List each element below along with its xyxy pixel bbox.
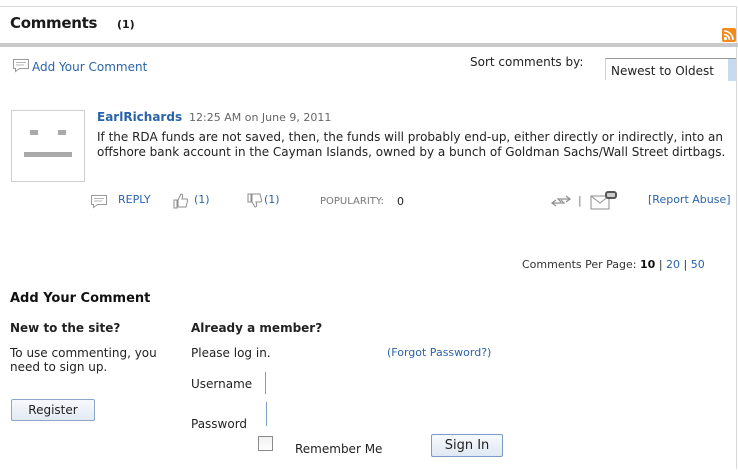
username-field[interactable] [265,372,465,394]
sort-selected-value: Newest to Oldest [611,64,714,78]
header-divider [0,43,738,47]
per-page-label: Comments Per Page: [522,258,637,271]
member-heading: Already a member? [191,321,323,335]
action-separator: | [578,194,582,207]
remember-me-checkbox[interactable] [258,436,273,451]
forgot-password-link[interactable]: (Forgot Password?) [387,346,491,359]
avatar [11,110,85,182]
add-comment-heading: Add Your Comment [10,291,151,306]
comments-count: (1) [117,18,135,31]
username-label: Username [191,377,253,391]
thumbs-up-icon[interactable] [172,192,190,213]
comments-title: Comments [10,14,98,32]
new-user-text: To use commenting, you need to sign up. [10,346,157,374]
add-comment-label: Add Your Comment [32,60,148,74]
add-comment-link[interactable]: Add Your Comment [12,58,147,76]
popularity-value: 0 [397,195,404,208]
popularity-label: POPULARITY: [320,196,385,207]
thumbs-down-icon[interactable] [246,192,264,213]
per-page-divider: | [683,258,688,271]
password-label: Password [191,417,248,431]
thumbs-down-count[interactable]: (1) [264,193,280,206]
avatar-eye-left [30,130,38,135]
per-page-option-50[interactable]: 50 [691,258,705,271]
register-button[interactable]: Register [11,399,95,421]
remember-me-label: Remember Me [295,442,383,456]
comment-timestamp: 12:25 AM on June 9, 2011 [189,111,332,124]
reply-button[interactable]: REPLY [118,193,151,206]
report-abuse-link[interactable]: [Report Abuse] [648,193,731,206]
rss-icon[interactable] [722,28,736,42]
comment-bubble-icon [12,58,30,76]
thumbs-up-count[interactable]: (1) [194,193,210,206]
comments-header [0,7,736,44]
comment-author[interactable]: EarlRichards [97,110,182,124]
login-prompt: Please log in. [191,346,271,360]
share-icon[interactable] [550,194,572,211]
sort-select[interactable]: Newest to Oldest [605,58,736,81]
sign-in-button[interactable]: Sign In [431,434,503,457]
comments-per-page: Comments Per Page: 10 | 20 | 50 [522,258,705,271]
sort-dropdown-button[interactable] [728,59,736,81]
avatar-eye-right [58,130,66,135]
email-icon[interactable] [590,190,620,215]
comment-body: If the RDA funds are not saved, then, th… [97,130,726,159]
per-page-divider: | [658,258,663,271]
password-field[interactable] [266,402,466,426]
per-page-option-20[interactable]: 20 [666,258,680,271]
reply-icon[interactable] [90,194,108,212]
new-user-heading: New to the site? [10,321,121,335]
avatar-mouth [24,152,72,157]
sort-label: Sort comments by: [470,55,584,69]
per-page-option-10[interactable]: 10 [640,258,655,271]
